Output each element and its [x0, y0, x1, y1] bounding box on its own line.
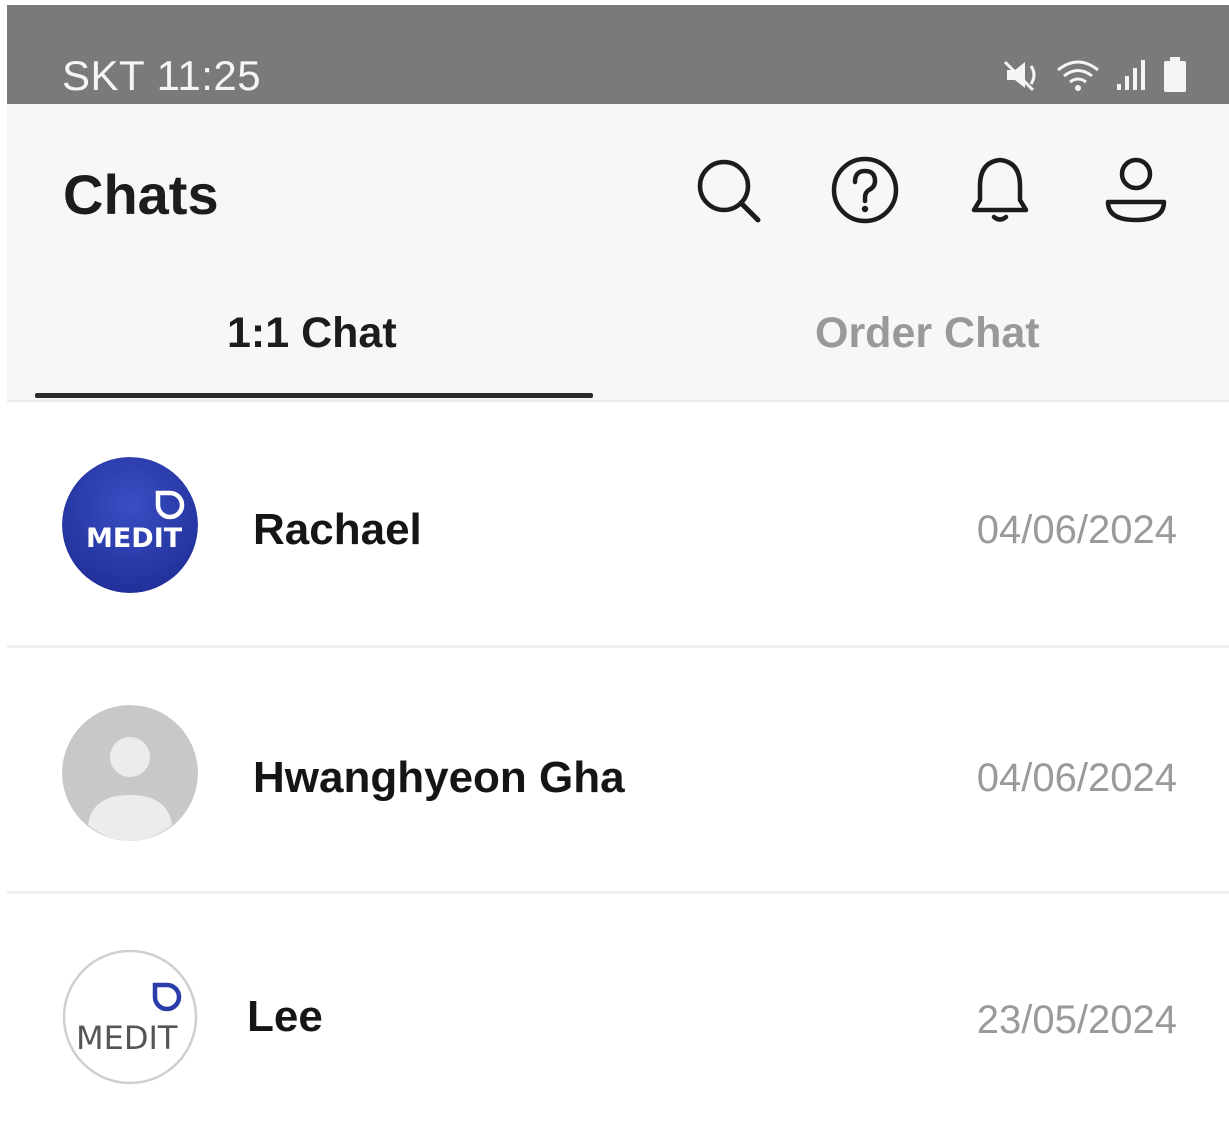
chat-row-lee[interactable]: MEDIT Lee 23/05/2024: [7, 894, 1229, 1140]
clock: 11:25: [156, 52, 262, 99]
mute-icon: [1003, 58, 1041, 92]
search-icon[interactable]: [692, 154, 764, 226]
chat-date: 23/05/2024: [976, 998, 1177, 1042]
chat-row-rachael[interactable]: MEDIT Rachael 04/06/2024: [7, 402, 1229, 648]
app-frame: SKT 11:25 Chats 1:1 Chat Order Chat MEDI…: [7, 5, 1229, 1140]
avatar-logo-text: MEDIT: [76, 1019, 178, 1057]
signal-icon: [1115, 58, 1149, 92]
chat-name: Hwanghyeon Gha: [253, 753, 625, 802]
profile-icon[interactable]: [1100, 154, 1172, 226]
wifi-icon: [1055, 58, 1101, 92]
carrier-label: SKT: [62, 52, 145, 99]
active-tab-indicator: [35, 393, 593, 398]
chat-row-hwanghyeon-gha[interactable]: Hwanghyeon Gha 04/06/2024: [7, 648, 1229, 894]
chat-list: MEDIT Rachael 04/06/2024 Hwanghyeon Gha …: [7, 402, 1229, 1140]
default-avatar: [62, 705, 198, 841]
chat-date: 04/06/2024: [976, 756, 1177, 800]
chat-date: 04/06/2024: [976, 508, 1177, 552]
tab-order-chat[interactable]: Order Chat: [815, 309, 1040, 358]
chat-name: Rachael: [253, 505, 422, 554]
help-icon[interactable]: [829, 154, 901, 226]
bell-icon[interactable]: [964, 154, 1036, 226]
status-icons: [1003, 57, 1187, 93]
tab-one-to-one-chat[interactable]: 1:1 Chat: [227, 309, 397, 358]
status-carrier-time: SKT 11:25: [62, 52, 261, 100]
battery-icon: [1163, 57, 1187, 93]
avatar-logo-text: MEDIT: [86, 523, 183, 554]
page-title: Chats: [63, 163, 219, 226]
medit-logo-avatar: MEDIT: [62, 949, 198, 1085]
app-header: Chats 1:1 Chat Order Chat: [7, 104, 1229, 402]
chat-name: Lee: [247, 992, 323, 1041]
status-bar: SKT 11:25: [7, 5, 1229, 104]
medit-logo-avatar: MEDIT: [62, 457, 198, 593]
